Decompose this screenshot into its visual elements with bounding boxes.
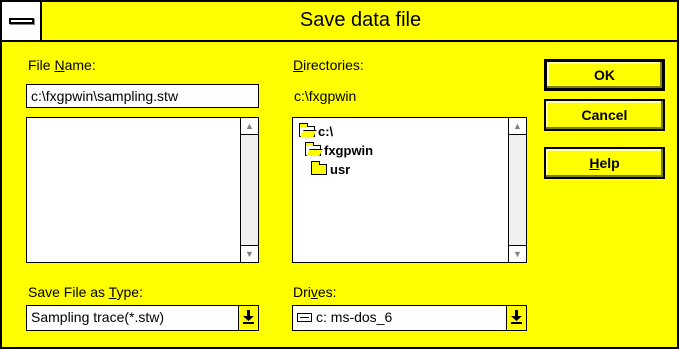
directory-item[interactable]: fxgpwin [299, 141, 373, 160]
ok-button[interactable]: OK [544, 59, 665, 91]
file-type-value: Sampling trace(*.stw) [31, 309, 165, 325]
system-menu-button[interactable] [2, 2, 42, 40]
scroll-up-icon[interactable]: ▲ [241, 118, 258, 135]
directory-tree: c:\ fxgpwin usr [299, 122, 373, 179]
file-type-label: Save File as Type: [28, 284, 143, 300]
directory-list[interactable]: c:\ fxgpwin usr ▲ ▼ [292, 117, 527, 263]
scroll-up-icon[interactable]: ▲ [509, 118, 526, 135]
directory-item[interactable]: c:\ [299, 122, 373, 141]
open-folder-icon [299, 123, 315, 137]
current-directory: c:\fxgpwin [294, 88, 357, 104]
file-name-label: File Name: [28, 57, 96, 73]
file-list[interactable]: ▲ ▼ [26, 117, 259, 263]
folder-icon [311, 161, 327, 175]
help-button[interactable]: Help [544, 147, 665, 179]
hard-drive-icon [297, 313, 312, 322]
directory-item[interactable]: usr [299, 160, 373, 179]
down-arrow-icon [511, 310, 522, 324]
scroll-down-icon[interactable]: ▼ [241, 245, 258, 262]
file-type-select[interactable]: Sampling trace(*.stw) [26, 305, 259, 331]
directory-list-scrollbar[interactable]: ▲ ▼ [508, 118, 526, 262]
directories-label: Directories: [293, 57, 364, 73]
scroll-down-icon[interactable]: ▼ [509, 245, 526, 262]
drives-value: c: ms-dos_6 [316, 309, 393, 325]
drives-dropdown-button[interactable] [506, 306, 526, 330]
drives-label: Drives: [293, 284, 337, 300]
drives-select[interactable]: c: ms-dos_6 [292, 305, 527, 331]
file-list-scrollbar[interactable]: ▲ ▼ [240, 118, 258, 262]
file-type-dropdown-button[interactable] [238, 306, 258, 330]
cancel-button[interactable]: Cancel [544, 99, 665, 131]
title-bar[interactable]: Save data file [2, 2, 677, 42]
open-folder-icon [305, 142, 321, 156]
save-data-file-dialog: Save data file File Name: c:\fxgpwin\sam… [0, 0, 679, 349]
file-name-input[interactable]: c:\fxgpwin\sampling.stw [26, 84, 259, 108]
window-title: Save data file [299, 9, 422, 31]
system-menu-icon [9, 18, 34, 24]
down-arrow-icon [243, 310, 254, 324]
